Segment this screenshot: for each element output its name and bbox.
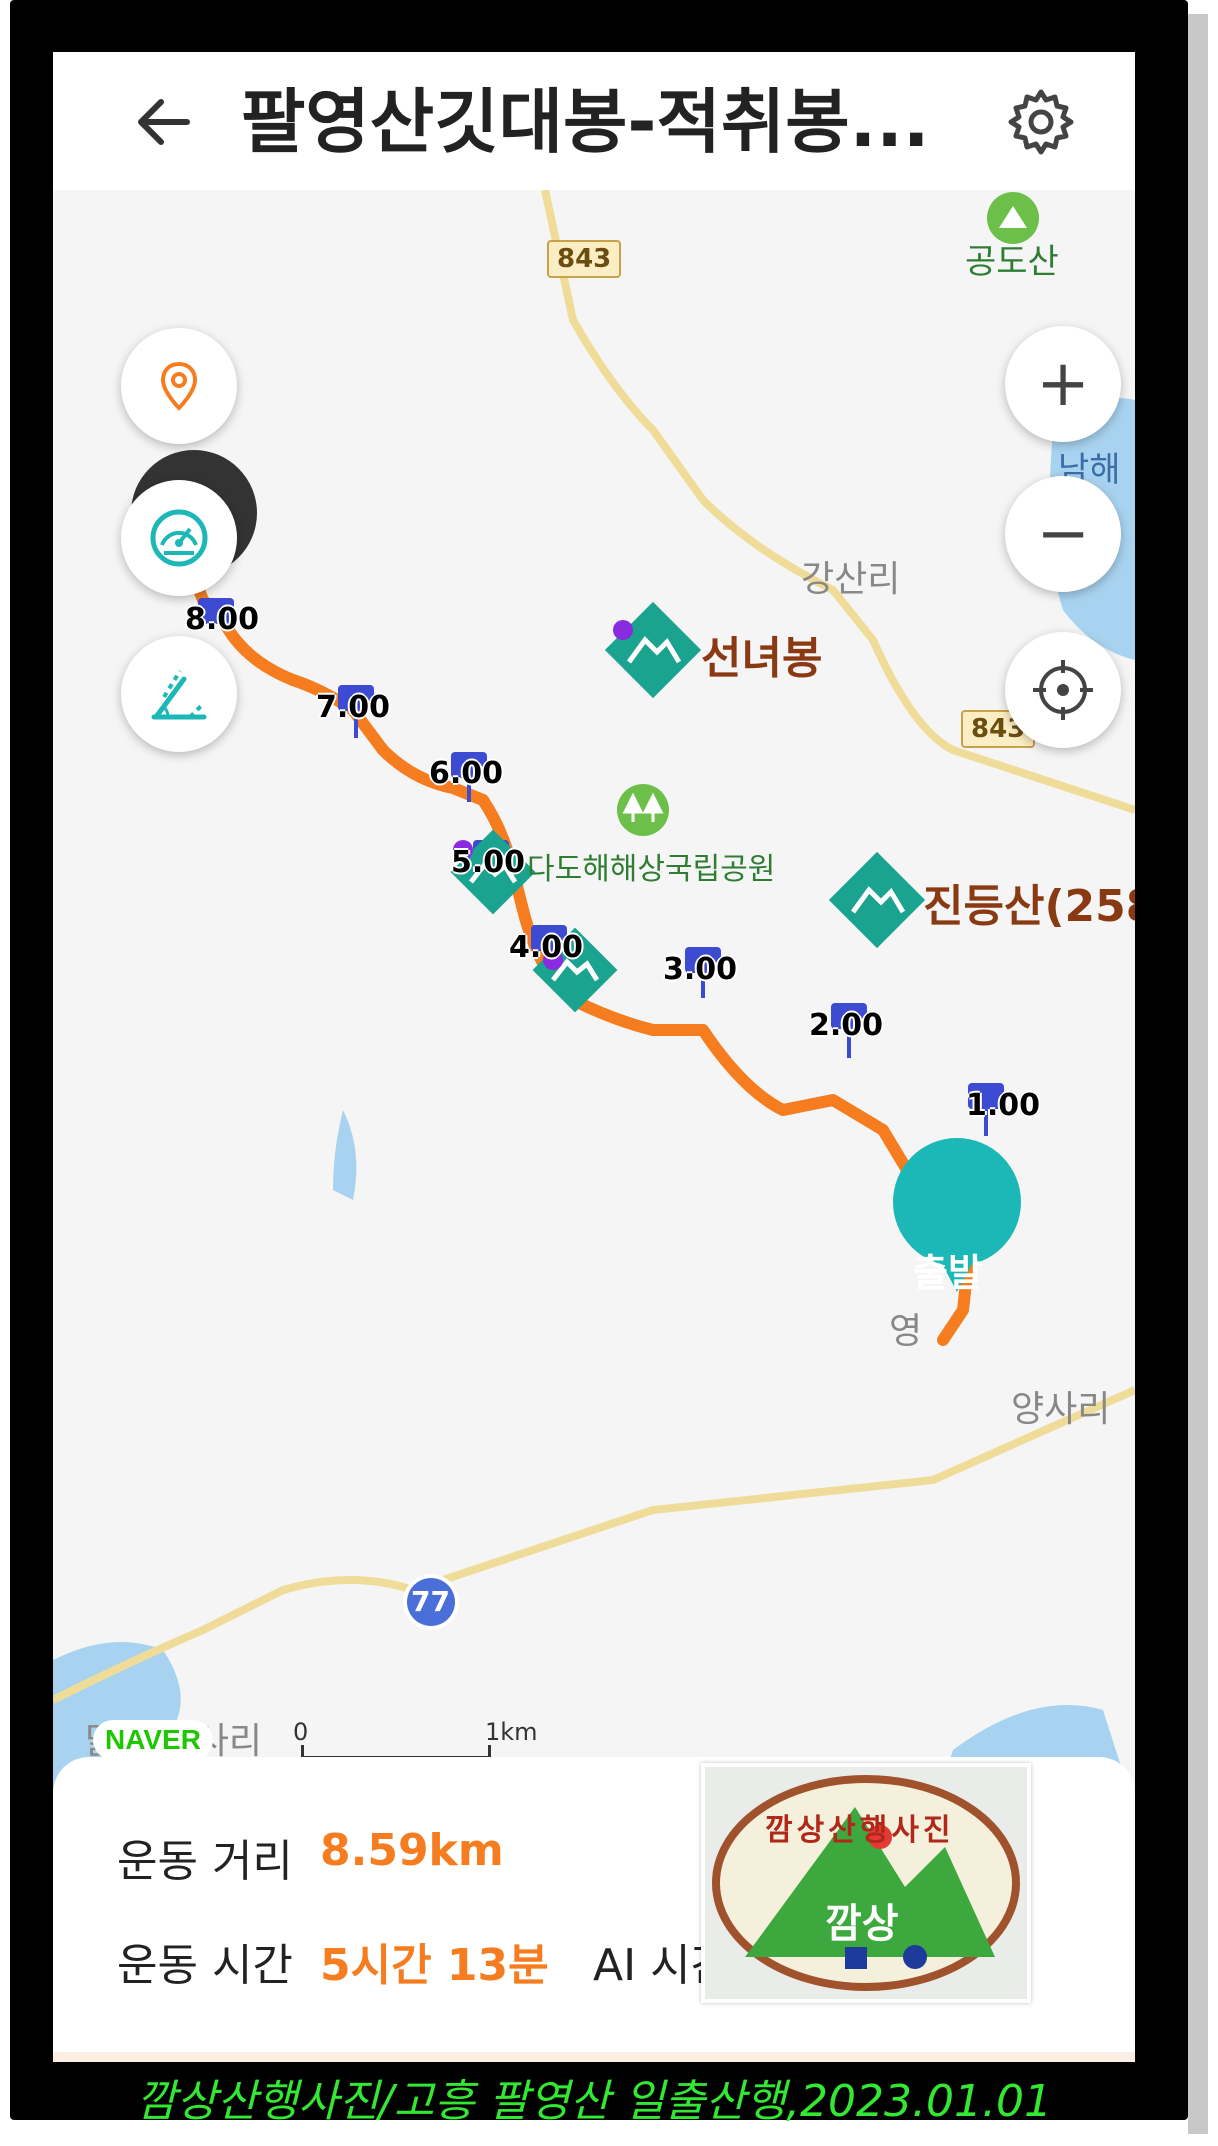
km-marker-1: 1.00 [966, 1088, 1041, 1123]
watermark-logo: 깜상산행사진 깜상 [701, 1763, 1031, 2003]
crosshair-icon [1033, 660, 1093, 720]
place-label-gongdosan: 공도산 [965, 242, 1059, 282]
km-marker-7: 7.00 [316, 690, 391, 725]
place-label-yangsari: 양사리 [1011, 1389, 1111, 1430]
water-inlet [333, 1110, 357, 1200]
poi-label-national-park[interactable]: 다도해해상국립공원 [527, 844, 775, 888]
route-843-shield: 843 [547, 240, 622, 278]
time-label: 운동 시간 [117, 1940, 293, 1991]
distance-value: 8.59km [320, 1825, 504, 1876]
km-marker-6: 6.00 [429, 756, 504, 791]
image-frame: 팔영산깃대봉-적취봉... 843 843 77 공도산 남해 강산리 양사리 … [0, 0, 1218, 2146]
zoom-out-button[interactable]: − [1005, 476, 1121, 592]
location-pin-icon [160, 361, 198, 411]
poi-label-seonnyeobong[interactable]: 선녀봉 [701, 622, 822, 686]
km-marker-5: 5.00 [451, 845, 526, 880]
minus-icon: − [1036, 497, 1090, 571]
summit-marker [613, 620, 633, 640]
km-marker-3: 3.00 [663, 952, 738, 987]
slope-button[interactable] [121, 636, 237, 752]
zoom-in-button[interactable]: + [1005, 326, 1121, 442]
plus-icon: + [1036, 347, 1090, 421]
slope-angle-icon [151, 669, 207, 720]
page-title: 팔영산깃대봉-적취봉... [241, 81, 930, 163]
watermark-logo-arc-text: 깜상산행사진 [765, 1813, 955, 1848]
place-label-yeong: 영 [889, 1311, 923, 1352]
map-base-layer [53, 190, 1135, 1810]
start-marker-label[interactable]: 출발 [913, 1242, 983, 1297]
frame-shadow [1188, 14, 1208, 2134]
highway-77-label: 77 [411, 1585, 450, 1618]
mountain-poi-icon [828, 851, 926, 949]
km-marker-8: 8.00 [185, 602, 260, 637]
my-location-button[interactable] [1005, 632, 1121, 748]
poi-label-jindeungsan[interactable]: 진등산(258 [923, 870, 1135, 934]
stats-panel: 운동 거리 8.59km 운동 시간 5시간 13분 AI 시간 깜상산행사진 … [53, 1757, 1135, 2062]
gear-icon [1008, 89, 1074, 155]
road-77 [53, 1386, 1135, 1704]
place-label-gangsanri: 강산리 [801, 559, 901, 600]
photo-caption: 깜상산행사진/고흥 팔영산 일출산행,2023.01.01 [136, 2076, 1052, 2127]
watermark-logo-image [712, 1775, 1020, 1991]
settings-button[interactable] [1001, 82, 1081, 162]
speedometer-icon [150, 509, 208, 567]
map-view[interactable]: 843 843 77 공도산 남해 강산리 양사리 영 닭섬 남사리 선녀봉 진… [53, 190, 1135, 1810]
time-value: 5시간 13분 [320, 1940, 549, 1991]
location-pin-button[interactable] [121, 328, 237, 444]
back-arrow-icon [138, 99, 190, 145]
scale-end-label: 1km [485, 1718, 538, 1746]
back-button[interactable] [125, 82, 205, 162]
panel-bottom-strip [53, 2052, 1135, 2062]
naver-logo: NAVER [93, 1720, 213, 1760]
speedometer-button[interactable] [121, 480, 237, 596]
scale-start-label: 0 [293, 1718, 309, 1746]
distance-label: 운동 거리 [117, 1836, 293, 1887]
km-marker-2: 2.00 [809, 1008, 884, 1043]
km-marker-4: 4.00 [509, 930, 584, 965]
app-screen: 팔영산깃대봉-적취봉... 843 843 77 공도산 남해 강산리 양사리 … [53, 52, 1135, 2062]
app-header: 팔영산깃대봉-적취봉... [53, 52, 1135, 190]
watermark-logo-center-text: 깜상 [825, 1901, 899, 1947]
park-icon [617, 784, 669, 836]
mountain-poi-icon [604, 601, 702, 699]
